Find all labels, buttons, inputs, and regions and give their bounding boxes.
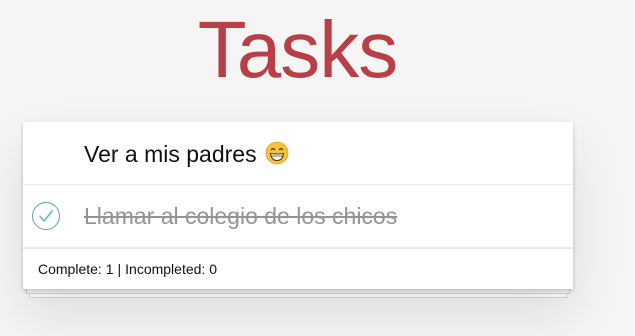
checkmark-icon	[39, 209, 54, 222]
incompleted-count: 0	[209, 261, 217, 277]
toggle-checkbox[interactable]	[32, 139, 60, 167]
tasks-app: Tasks Ver a mis padres Llamar al colegio…	[0, 0, 635, 336]
task-list-container: Ver a mis padres Llamar al colegio de lo…	[23, 122, 573, 298]
complete-count: 1	[105, 261, 114, 277]
incompleted-label: Incompleted:	[125, 261, 206, 277]
list-item[interactable]: Llamar al colegio de los chicos	[23, 185, 573, 248]
separator: |	[117, 261, 122, 277]
toggle-checkbox[interactable]	[32, 202, 60, 230]
task-counter-footer: Complete: 1 | Incompleted: 0	[23, 248, 573, 289]
task-label[interactable]: Llamar al colegio de los chicos	[84, 204, 397, 228]
task-label[interactable]: Ver a mis padres	[84, 141, 289, 166]
task-list-card: Ver a mis padres Llamar al colegio de lo…	[23, 122, 573, 289]
complete-label: Complete:	[38, 261, 102, 277]
list-item[interactable]: Ver a mis padres	[23, 122, 573, 185]
grinning-face-icon	[265, 141, 289, 164]
page-title: Tasks	[197, 5, 399, 94]
